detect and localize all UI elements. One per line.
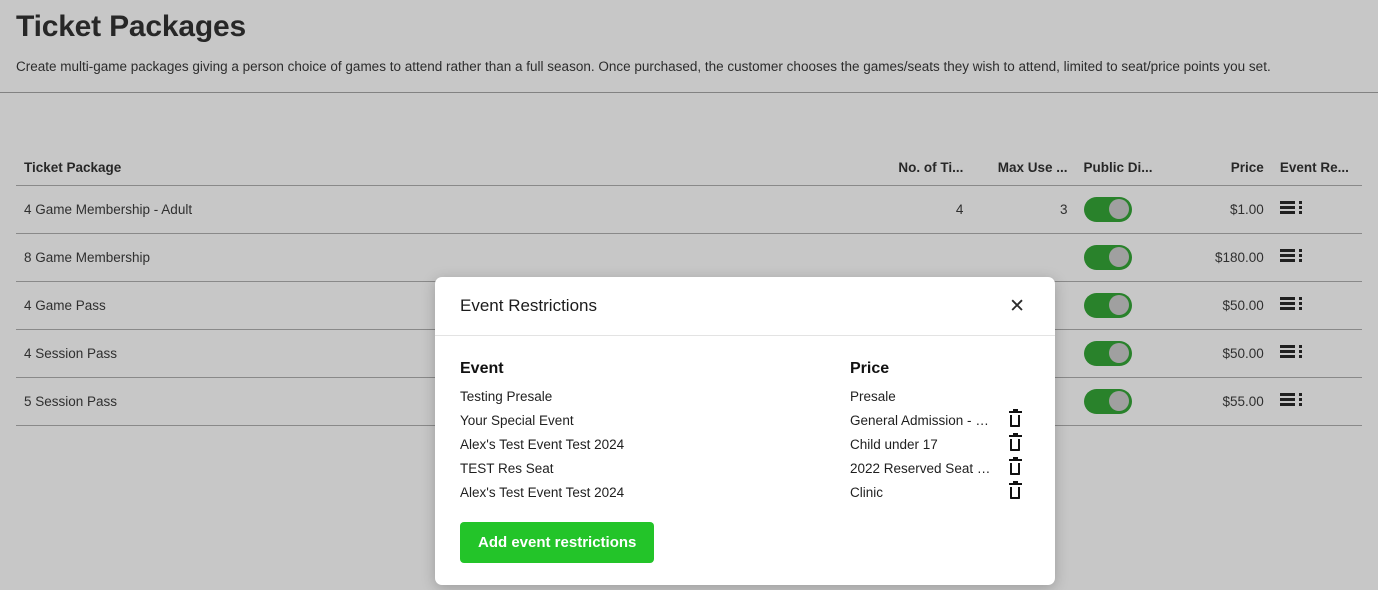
column-header-price: Price — [850, 360, 890, 377]
event-restrictions-list: Event Price Testing Presale Presale Your S… — [460, 360, 1030, 504]
add-event-restrictions-button[interactable]: Add event restrictions — [460, 522, 655, 563]
event-restriction-row: Your Special Event General Admission - Pr… — [460, 408, 1030, 432]
event-restriction-price-name: 2022 Reserved Seat - ... — [850, 460, 997, 476]
event-restriction-actions — [1000, 432, 1030, 454]
event-restriction-event-name: Testing Presale — [460, 388, 553, 404]
event-restrictions-rows: Testing Presale Presale Your Special Event… — [460, 384, 1030, 504]
trash-icon[interactable] — [1008, 480, 1022, 499]
event-restriction-actions — [1000, 456, 1030, 478]
trash-icon[interactable] — [1008, 432, 1022, 451]
event-restriction-row: TEST Res Seat 2022 Reserved Seat - ... — [460, 456, 1030, 480]
event-restriction-price-name: Presale — [850, 388, 896, 404]
event-restriction-event-name: Alex's Test Event Test 2024 — [460, 436, 625, 452]
event-restriction-price-name: Clinic — [850, 484, 884, 500]
event-restrictions-list-header: Event Price — [460, 360, 1030, 378]
event-restriction-actions — [1000, 480, 1030, 502]
event-restriction-price-name: Child under 17 — [850, 436, 938, 452]
column-header-actions — [1000, 360, 1030, 378]
close-icon[interactable]: ✕ — [1003, 293, 1031, 320]
event-restriction-row: Alex's Test Event Test 2024 Child under 1… — [460, 432, 1030, 456]
modal-title: Event Restrictions — [460, 296, 597, 315]
modal-header: Event Restrictions ✕ — [435, 277, 1055, 336]
trash-icon[interactable] — [1008, 408, 1022, 427]
event-restriction-actions — [1000, 408, 1030, 430]
event-restriction-event-name: Your Special Event — [460, 412, 574, 428]
event-restriction-row: Testing Presale Presale — [460, 384, 1030, 408]
modal-body: Event Price Testing Presale Presale Your S… — [435, 336, 1055, 585]
page-root: Ticket Packages Create multi-game packag… — [0, 0, 1378, 590]
event-restrictions-modal: Event Restrictions ✕ Event Price Testing… — [435, 277, 1055, 585]
column-header-event: Event — [460, 360, 504, 377]
event-restriction-row: Alex's Test Event Test 2024 Clinic — [460, 480, 1030, 504]
event-restriction-event-name: TEST Res Seat — [460, 460, 554, 476]
event-restriction-price-name: General Admission - Pr... — [850, 412, 1000, 428]
trash-icon[interactable] — [1008, 456, 1022, 475]
event-restriction-event-name: Alex's Test Event Test 2024 — [460, 484, 625, 500]
